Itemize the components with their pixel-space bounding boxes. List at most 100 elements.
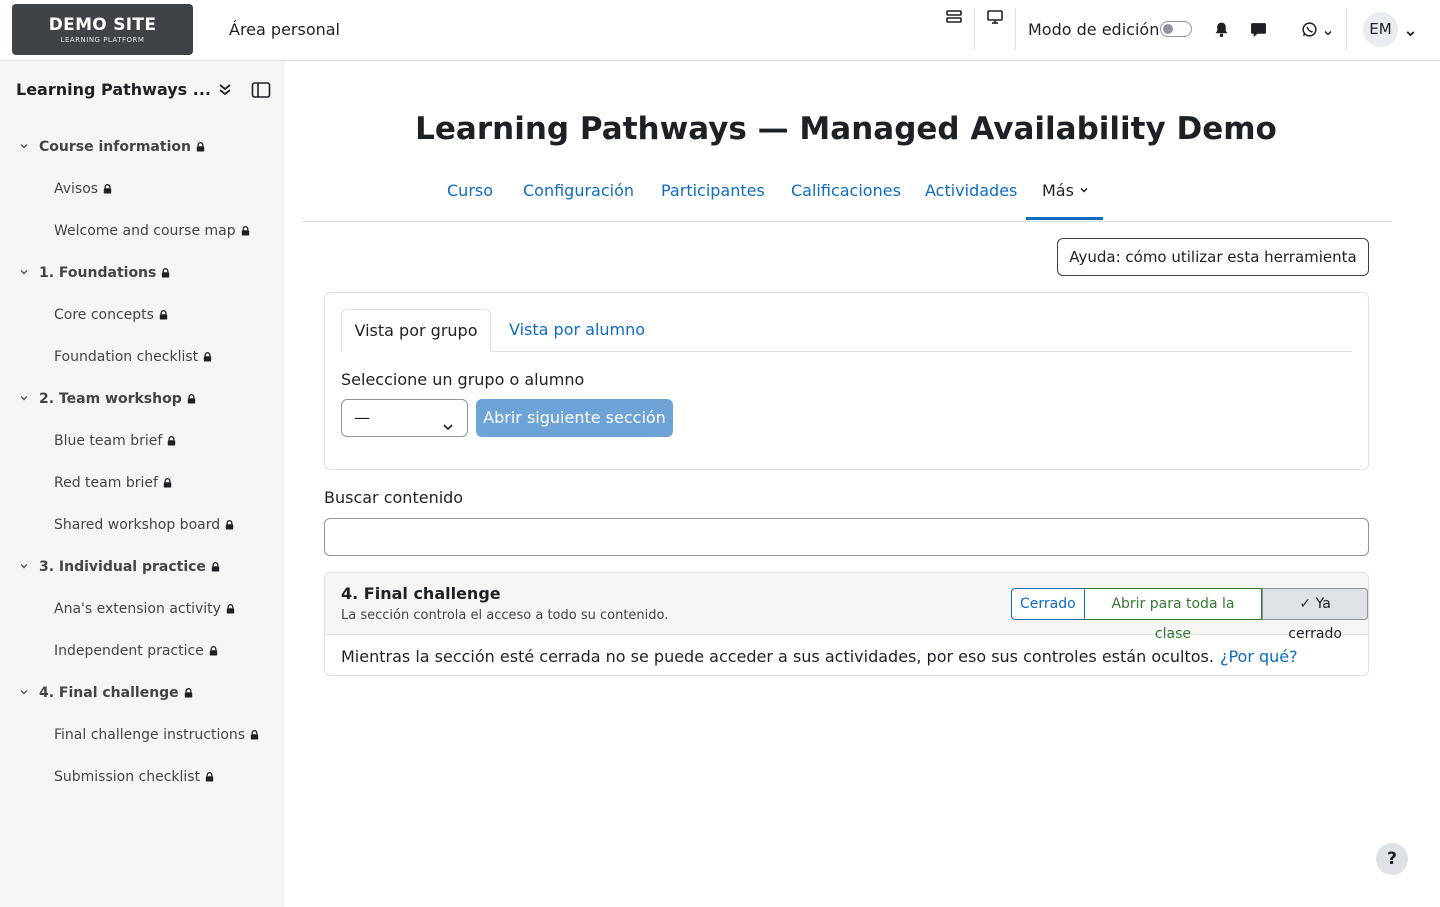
select-label: Seleccione un grupo o alumno [341,370,585,389]
edit-mode-toggle[interactable] [1160,21,1192,37]
bell-icon[interactable] [1213,21,1230,42]
drawer-item-label: 3. Individual practice [39,559,206,575]
logo-subtitle: LEARNING PLATFORM [60,36,145,44]
section-card: 4. Final challenge La sección controla e… [324,572,1369,676]
tab-calificaciones[interactable]: Calificaciones [791,181,901,200]
lock-icon [187,392,196,408]
drawer-activity-item[interactable]: Ana's extension activity [54,601,235,618]
chevron-down-icon[interactable] [19,559,39,575]
already-closed-button[interactable]: ✓ Ya cerrado [1262,588,1368,642]
view-tabs: Vista por grupo Vista por alumno [341,309,1352,352]
lock-icon [103,182,112,198]
closed-button[interactable]: Cerrado [1011,588,1085,620]
drawer-section-item[interactable]: 2. Team workshop [19,391,196,408]
logo-title: DEMO SITE [48,15,157,35]
group-student-select[interactable]: — [341,399,468,437]
chevron-down-icon[interactable] [19,685,39,701]
course-index-drawer: Learning Pathways ... Course information… [0,61,285,907]
drawer-item-label: 2. Team workshop [39,391,182,407]
help-button[interactable]: Ayuda: cómo utilizar esta herramienta [1057,238,1369,276]
site-logo[interactable]: DEMO SITE LEARNING PLATFORM [12,4,193,55]
drawer-activity-item[interactable]: Shared workshop board [54,517,234,534]
drawer-item-label: Red team brief [54,475,158,491]
page-title: Learning Pathways — Managed Availability… [415,111,1277,147]
drawer-item-label: Final challenge instructions [54,727,246,743]
help-circle-button[interactable]: ? [1376,843,1408,875]
home-link[interactable]: Área personal [229,20,340,39]
drawer-section-item[interactable]: 3. Individual practice [19,559,220,576]
lock-icon [203,350,212,366]
chat-icon[interactable] [1250,21,1267,42]
secondary-navigation: Curso Configuración Participantes Califi… [301,172,1392,222]
lock-icon [163,476,172,492]
chevron-down-icon [441,411,455,447]
drawer-item-label: Blue team brief [54,433,163,449]
drawer-activity-item[interactable]: Independent practice [54,643,218,660]
drawer-item-label: Avisos [54,181,99,197]
toggle-knob [1163,24,1173,34]
edit-mode-label: Modo de edición [1028,20,1160,39]
tab-configuracion[interactable]: Configuración [523,181,634,200]
drawer-item-label: Foundation checklist [54,349,199,365]
open-for-all-button[interactable]: Abrir para toda la clase [1084,588,1263,642]
top-navbar: DEMO SITE LEARNING PLATFORM Área persona… [0,0,1440,61]
drawer-activity-item[interactable]: Core concepts [54,307,168,324]
lock-icon [205,770,214,786]
chevron-down-icon[interactable] [1323,23,1333,42]
whatsapp-icon[interactable] [1301,21,1318,42]
tab-actividades[interactable]: Actividades [925,181,1017,200]
why-link[interactable]: ¿Por qué? [1220,647,1298,666]
search-label: Buscar contenido [324,488,464,507]
lock-icon [226,602,235,618]
section-header: 4. Final challenge La sección controla e… [325,573,1368,642]
drawer-section-item[interactable]: Course information [19,139,205,156]
close-drawer-icon[interactable] [251,81,271,103]
drawer-section-item[interactable]: 1. Foundations [19,265,170,282]
user-avatar[interactable]: EM [1363,12,1398,47]
drawer-course-title[interactable]: Learning Pathways ... [16,80,211,99]
drawer-activity-item[interactable]: Avisos [54,181,112,198]
drawer-activity-item[interactable]: Welcome and course map [54,223,250,240]
drawer-item-label: Course information [39,139,191,155]
open-next-section-button[interactable]: Abrir siguiente sección [476,399,673,437]
lock-icon [225,518,234,534]
list-view-icon[interactable] [945,8,963,30]
tab-participantes[interactable]: Participantes [661,181,765,200]
tab-student-view[interactable]: Vista por alumno [509,320,645,339]
lock-icon [167,434,176,450]
active-tab-indicator [1026,217,1103,220]
drawer-activity-item[interactable]: Submission checklist [54,769,214,786]
drawer-item-label: Ana's extension activity [54,601,221,617]
drawer-item-label: Core concepts [54,307,154,323]
lock-icon [161,266,170,282]
drawer-activity-item[interactable]: Blue team brief [54,433,176,450]
chevron-down-icon[interactable] [19,391,39,407]
drawer-item-label: Welcome and course map [54,223,236,239]
drawer-item-label: 4. Final challenge [39,685,179,701]
drawer-activity-item[interactable]: Red team brief [54,475,172,492]
tab-mas[interactable]: Más [1042,181,1089,200]
selection-card: Vista por grupo Vista por alumno Selecci… [324,292,1369,470]
lock-icon [241,224,250,240]
drawer-activity-item[interactable]: Foundation checklist [54,349,212,366]
drawer-section-item[interactable]: 4. Final challenge [19,685,193,702]
tab-mas-label: Más [1042,181,1074,200]
lock-icon [250,728,259,744]
lock-icon [196,140,205,156]
chevron-down-icon [1080,187,1088,193]
collapse-all-icon[interactable] [216,81,234,103]
monitor-icon[interactable] [986,8,1004,30]
chevron-down-icon[interactable] [19,265,39,281]
lock-icon [184,686,193,702]
navbar-divider [1015,8,1016,50]
tab-group-view[interactable]: Vista por grupo [341,309,491,352]
drawer-activity-item[interactable]: Final challenge instructions [54,727,259,744]
search-input[interactable] [324,518,1369,556]
lock-icon [211,560,220,576]
drawer-item-label: Independent practice [54,643,204,659]
tab-curso[interactable]: Curso [447,181,493,200]
select-value: — [354,408,370,427]
chevron-down-icon[interactable] [19,139,39,155]
availability-button-group: Cerrado Abrir para toda la clase ✓ Ya ce… [1011,588,1368,642]
user-menu-chevron-icon[interactable] [1405,24,1416,43]
